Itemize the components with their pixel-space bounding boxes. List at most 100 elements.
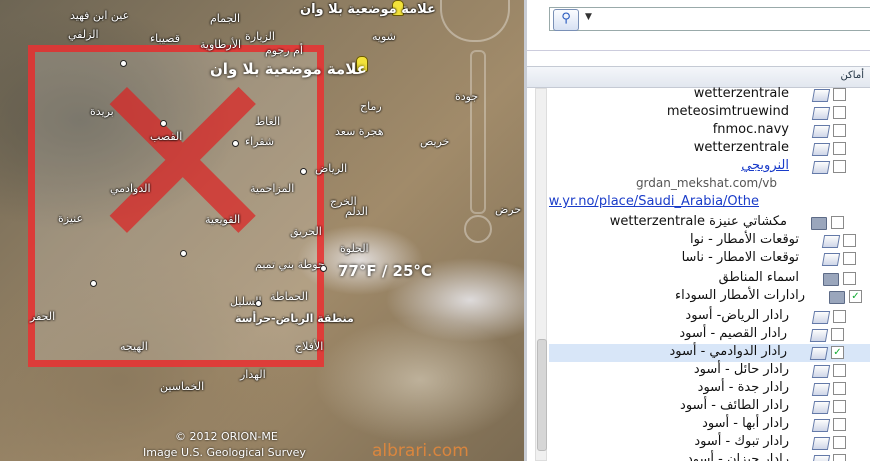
place-label: الهيجه bbox=[120, 340, 148, 353]
tree-item[interactable]: http://www.yr.no/place/Saudi_Arabia/Othe bbox=[549, 194, 870, 212]
place-label: منطقة الرياض-حرأسة bbox=[235, 312, 354, 325]
visibility-checkbox[interactable] bbox=[833, 436, 846, 449]
tree-item-label: مكشاتي عنيزة wetterzentrale bbox=[609, 214, 787, 229]
tree-item[interactable]: رادار الرياض- أسود bbox=[549, 308, 870, 326]
place-label: هجرة سعد bbox=[335, 125, 384, 138]
visibility-checkbox[interactable] bbox=[831, 328, 844, 341]
visibility-checkbox[interactable] bbox=[833, 88, 846, 101]
folder-icon bbox=[823, 273, 839, 286]
visibility-checkbox[interactable] bbox=[833, 310, 846, 323]
place-label: الحفر bbox=[30, 310, 56, 323]
visibility-checkbox[interactable]: ✓ bbox=[849, 290, 862, 303]
overlay-doc-icon bbox=[811, 419, 831, 432]
search-panel: ⚲ ▼ bbox=[527, 0, 870, 51]
tree-item[interactable]: رادار تبوك - أسود bbox=[549, 434, 870, 452]
overlay-doc-icon bbox=[821, 235, 841, 248]
place-label: رماح bbox=[360, 100, 382, 113]
visibility-checkbox[interactable] bbox=[833, 124, 846, 137]
visibility-checkbox[interactable]: ✓ bbox=[831, 346, 844, 359]
search-input[interactable] bbox=[549, 7, 870, 31]
tree-item[interactable]: رادار حائل - أسود bbox=[549, 362, 870, 380]
place-label: الخماسين bbox=[160, 380, 205, 393]
place-marker bbox=[180, 250, 187, 257]
tree-item[interactable]: رادار جدة - أسود bbox=[549, 380, 870, 398]
tree-item-label: رادار جيزان - أسود bbox=[687, 452, 789, 461]
place-marker bbox=[255, 300, 262, 307]
visibility-checkbox[interactable] bbox=[833, 400, 846, 413]
place-marker bbox=[120, 60, 127, 67]
place-label: الأفلاج bbox=[295, 340, 324, 353]
tree-item-label: رادار القصيم - أسود bbox=[679, 326, 787, 341]
tree-item-label: meteosimtruewind bbox=[666, 104, 789, 119]
tree-item-label: رادار الدوادمي - أسود bbox=[669, 344, 787, 359]
tree-item-label[interactable]: النرويجي bbox=[741, 158, 789, 173]
visibility-checkbox[interactable] bbox=[833, 160, 846, 173]
place-label: عين ابن فهيد bbox=[70, 9, 130, 22]
place-label: عنيزة bbox=[58, 212, 84, 225]
tree-item-label: fnmoc.navy bbox=[712, 122, 789, 137]
visibility-checkbox[interactable] bbox=[843, 272, 856, 285]
tree-item[interactable]: توقعات الأمطار - نوا bbox=[549, 232, 870, 250]
tree-item[interactable]: توقعات الامطار - ناسا bbox=[549, 250, 870, 268]
folder-icon bbox=[811, 217, 827, 230]
place-label: شقراء bbox=[245, 135, 275, 148]
search-button[interactable]: ⚲ bbox=[553, 9, 579, 31]
visibility-checkbox[interactable] bbox=[843, 252, 856, 265]
place-label: الأرطاوية bbox=[200, 38, 242, 51]
visibility-checkbox[interactable] bbox=[833, 142, 846, 155]
tree-item[interactable]: grdan_mekshat.com/vb bbox=[549, 176, 870, 194]
visibility-checkbox[interactable] bbox=[833, 382, 846, 395]
tree-item[interactable]: رادار القصيم - أسود bbox=[549, 326, 870, 344]
place-label: الزيارة bbox=[245, 30, 275, 43]
map-view[interactable]: ✕ علامة موضعية بلا وان علامة موضعية بلا … bbox=[0, 0, 524, 461]
visibility-checkbox[interactable] bbox=[831, 216, 844, 229]
tree-item[interactable]: رادار الدوادمي - أسود ✓ bbox=[549, 344, 870, 362]
tree-item[interactable]: meteosimtruewind bbox=[549, 104, 870, 122]
tree-item[interactable]: fnmoc.navy bbox=[549, 122, 870, 140]
tree-item[interactable]: مكشاتي عنيزة wetterzentrale bbox=[549, 214, 870, 232]
placemark-label: علامة موضعية بلا وان bbox=[300, 2, 436, 17]
place-label: خريص bbox=[420, 135, 450, 148]
tree-item[interactable]: رادارات الأمطار السوداء ✓ bbox=[549, 288, 870, 306]
place-label: حرض bbox=[495, 203, 522, 216]
tree-item[interactable]: اسماء المناطق bbox=[549, 270, 870, 288]
overlay-doc-icon bbox=[811, 89, 831, 102]
place-marker bbox=[90, 280, 97, 287]
tree-item-label: رادار أبها - أسود bbox=[702, 416, 789, 431]
visibility-checkbox[interactable] bbox=[833, 454, 846, 461]
scrollbar-thumb[interactable] bbox=[537, 339, 547, 451]
tree-item[interactable]: رادار جيزان - أسود bbox=[549, 452, 870, 461]
visibility-checkbox[interactable] bbox=[833, 418, 846, 431]
tree-item[interactable]: رادار أبها - أسود bbox=[549, 416, 870, 434]
place-marker bbox=[160, 120, 167, 127]
tree-item-label: رادار جدة - أسود bbox=[697, 380, 789, 395]
tree-scrollbar[interactable] bbox=[535, 88, 547, 461]
places-panel-header[interactable]: أماكن bbox=[527, 66, 870, 88]
overlay-doc-icon bbox=[811, 437, 831, 450]
placemark-title: علامة موضعية بلا وان bbox=[210, 60, 367, 78]
place-label: الزلفي bbox=[68, 28, 99, 41]
place-label: الدوادمي bbox=[110, 182, 151, 195]
navigation-ring-control[interactable] bbox=[440, 0, 510, 42]
place-label: الحريق bbox=[290, 225, 322, 238]
zoom-slider[interactable] bbox=[470, 50, 486, 214]
visibility-checkbox[interactable] bbox=[833, 106, 846, 119]
tree-item-label: رادارات الأمطار السوداء bbox=[675, 288, 805, 303]
place-label: الرياض bbox=[315, 162, 348, 175]
overlay-doc-icon bbox=[809, 329, 829, 342]
tree-item-label[interactable]: http://www.yr.no/place/Saudi_Arabia/Othe bbox=[549, 194, 759, 209]
visibility-checkbox[interactable] bbox=[833, 364, 846, 377]
tree-item[interactable]: النرويجي bbox=[549, 158, 870, 176]
tree-item-label: رادار الطائف - أسود bbox=[680, 398, 789, 413]
look-joystick[interactable] bbox=[464, 215, 492, 243]
visibility-checkbox[interactable] bbox=[843, 234, 856, 247]
tree-item[interactable]: رادار الطائف - أسود bbox=[549, 398, 870, 416]
place-label: الحماطة bbox=[270, 290, 308, 303]
search-dropdown-arrow-icon[interactable]: ▼ bbox=[585, 12, 592, 22]
overlay-doc-icon bbox=[809, 347, 829, 360]
place-label: الحلوة bbox=[340, 242, 369, 255]
overlay-doc-icon bbox=[811, 125, 831, 138]
tree-item[interactable]: wetterzentrale bbox=[549, 140, 870, 158]
tree-item-label: رادار حائل - أسود bbox=[693, 362, 789, 377]
tree-item[interactable]: wetterzentrale bbox=[549, 86, 870, 104]
